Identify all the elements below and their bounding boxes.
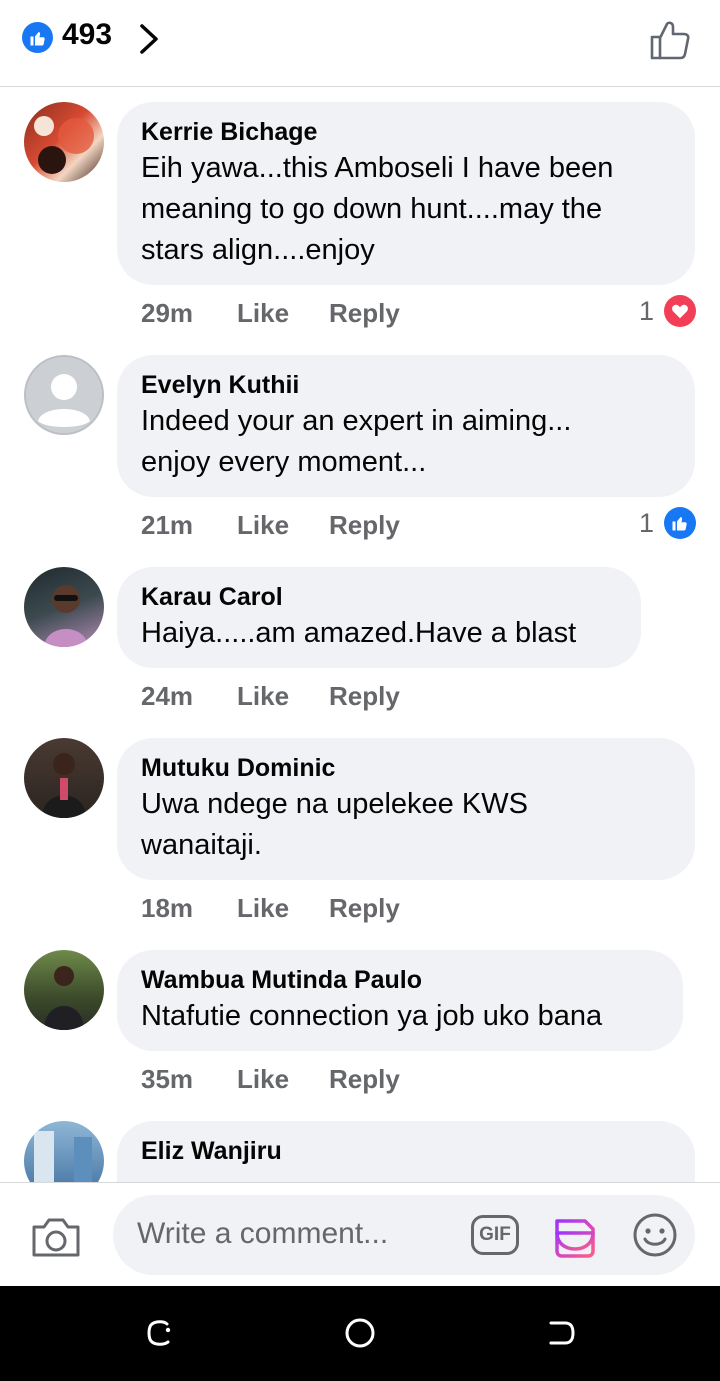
home-icon[interactable] (343, 1316, 377, 1350)
reply-link[interactable]: Reply (329, 681, 400, 712)
comment-text: Eih yawa...this Amboseli I have been mea… (141, 152, 614, 266)
like-link[interactable]: Like (237, 893, 329, 924)
comment-bubble[interactable]: Evelyn Kuthii Indeed your an expert in a… (117, 355, 695, 497)
reply-link[interactable]: Reply (329, 298, 400, 329)
reply-link[interactable]: Reply (329, 1064, 400, 1095)
reply-link[interactable]: Reply (329, 510, 400, 541)
avatar[interactable] (24, 950, 104, 1030)
comment-author[interactable]: Wambua Mutinda Paulo (141, 964, 659, 996)
emoji-icon[interactable] (631, 1211, 679, 1259)
comment-time: 24m (141, 681, 194, 711)
comment-text: Ntafutie connection ya job uko bana (141, 1000, 603, 1032)
reaction-count: 1 (638, 295, 654, 326)
like-count[interactable]: 493 (62, 18, 112, 52)
gif-button[interactable]: GIF (471, 1215, 519, 1255)
comment-actions: 35m Like Reply (141, 1064, 400, 1095)
comment-actions: 21m Like Reply (141, 510, 400, 541)
like-link[interactable]: Like (237, 510, 329, 541)
comment-time: 21m (141, 510, 194, 540)
comment-item: Eliz Wanjiru (0, 1121, 720, 1182)
comment-time: 35m (141, 1064, 194, 1094)
comment-input[interactable]: Write a comment... GIF (113, 1195, 695, 1275)
camera-icon[interactable] (30, 1213, 82, 1261)
comment-text: Indeed your an expert in aiming... enjoy… (141, 405, 572, 478)
comment-actions: 29m Like Reply (141, 298, 400, 329)
reply-link[interactable]: Reply (329, 893, 400, 924)
comment-actions: 18m Like Reply (141, 893, 400, 924)
comment-placeholder[interactable]: Write a comment... (137, 1217, 388, 1251)
comment-time: 18m (141, 893, 194, 923)
comment-bubble[interactable]: Mutuku Dominic Uwa ndege na upelekee KWS… (117, 738, 695, 880)
comment-text: Haiya.....am amazed.Have a blast (141, 617, 577, 649)
avatar[interactable] (24, 355, 104, 435)
reactions-header: 493 (0, 0, 720, 87)
sticker-icon[interactable] (551, 1211, 599, 1259)
avatar[interactable] (24, 567, 104, 647)
avatar[interactable] (24, 102, 104, 182)
comment-bubble[interactable]: Wambua Mutinda Paulo Ntafutie connection… (117, 950, 683, 1051)
like-icon (664, 507, 696, 539)
like-link[interactable]: Like (237, 298, 329, 329)
comment-text: Uwa ndege na upelekee KWS wanaitaji. (141, 788, 528, 861)
comment-composer: Write a comment... GIF (0, 1182, 720, 1287)
avatar[interactable] (24, 738, 104, 818)
system-navigation-bar (0, 1286, 720, 1381)
like-reaction-icon (22, 22, 53, 53)
avatar[interactable] (24, 1121, 104, 1182)
recent-apps-icon[interactable] (143, 1316, 177, 1350)
reaction-summary[interactable]: 1 (639, 295, 696, 327)
like-button-icon[interactable] (648, 18, 694, 62)
reaction-summary[interactable]: 1 (639, 507, 696, 539)
chevron-right-icon[interactable] (134, 22, 164, 56)
comment-bubble[interactable]: Karau Carol Haiya.....am amazed.Have a b… (117, 567, 641, 668)
comment-actions: 24m Like Reply (141, 681, 400, 712)
comment-author[interactable]: Kerrie Bichage (141, 116, 671, 148)
comment-bubble[interactable]: Kerrie Bichage Eih yawa...this Amboseli … (117, 102, 695, 285)
comment-author[interactable]: Karau Carol (141, 581, 617, 613)
back-icon[interactable] (543, 1316, 577, 1350)
comment-author[interactable]: Evelyn Kuthii (141, 369, 671, 401)
like-link[interactable]: Like (237, 1064, 329, 1095)
reaction-count: 1 (638, 507, 654, 538)
like-link[interactable]: Like (237, 681, 329, 712)
love-icon (664, 295, 696, 327)
comment-author[interactable]: Mutuku Dominic (141, 752, 671, 784)
comment-bubble[interactable]: Eliz Wanjiru (117, 1121, 695, 1182)
comment-author[interactable]: Eliz Wanjiru (141, 1135, 671, 1167)
comment-time: 29m (141, 298, 194, 328)
